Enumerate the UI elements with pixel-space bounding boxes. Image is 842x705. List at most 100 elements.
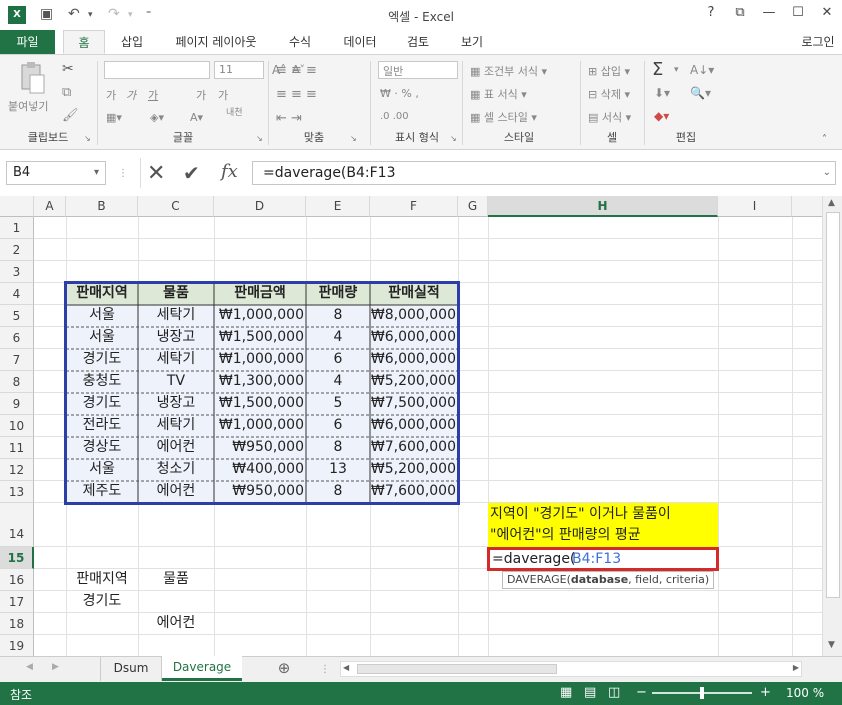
format-painter-icon[interactable]: 🖌 (62, 108, 79, 123)
scroll-up-icon[interactable]: ▲ (828, 198, 835, 208)
add-sheet-button[interactable]: ⊕ (274, 657, 294, 681)
find-select-icon[interactable]: 🔍▾ (690, 86, 711, 100)
vertical-scrollbar[interactable]: ▲ ▼ (822, 196, 842, 656)
copy-icon[interactable]: ⧉ (62, 85, 71, 100)
row-header-13[interactable]: 13 (0, 481, 34, 503)
alignment-launcher-icon[interactable]: ↘ (350, 134, 357, 143)
row-header-2[interactable]: 2 (0, 239, 34, 261)
paste-icon[interactable] (16, 61, 46, 97)
phonetic-button[interactable]: 내천 (226, 105, 243, 118)
column-header-d[interactable]: D (214, 196, 306, 217)
function-tooltip[interactable]: DAVERAGE(database, field, criteria) (502, 571, 715, 589)
page-break-view-icon[interactable]: ◫ (608, 685, 620, 700)
close-button[interactable]: ✕ (814, 5, 840, 20)
name-box-dropdown-icon[interactable]: ▾ (94, 162, 99, 184)
zoom-out-icon[interactable]: − (636, 685, 647, 700)
help-button[interactable]: ? (698, 5, 724, 20)
row-header-18[interactable]: 18 (0, 613, 34, 635)
confirm-entry-icon[interactable]: ✔ (183, 161, 200, 185)
bold-button[interactable]: 가 (106, 87, 116, 103)
next-sheet-icon[interactable]: ▶ (52, 662, 59, 672)
maximize-button[interactable]: ☐ (785, 5, 811, 20)
clear-icon[interactable]: ◆▾ (654, 109, 669, 123)
scroll-down-icon[interactable]: ▼ (828, 640, 835, 650)
row-header-9[interactable]: 9 (0, 393, 34, 415)
cancel-entry-icon[interactable]: ✕ (147, 161, 165, 186)
tab-file[interactable]: 파일 (0, 30, 55, 54)
expand-formula-icon[interactable]: ⌄ (823, 162, 831, 184)
delete-cells-button[interactable]: ⊟ 삭제 ▾ (588, 86, 630, 102)
select-all-corner[interactable] (0, 196, 34, 217)
insert-cells-button[interactable]: ⊞ 삽입 ▾ (588, 63, 630, 79)
row-header-17[interactable]: 17 (0, 591, 34, 613)
insert-function-button[interactable]: fx (221, 161, 238, 182)
font-name-combo[interactable] (104, 61, 210, 79)
underline-button[interactable]: 가 (148, 87, 158, 103)
fill-icon[interactable]: ⬇▾ (654, 86, 670, 100)
sort-filter-icon[interactable]: A↓▾ (690, 63, 714, 77)
worksheet-grid[interactable]: A B C D E F G H I 1 2 3 4 5 6 7 8 9 10 1… (0, 196, 822, 656)
prev-sheet-icon[interactable]: ◀ (26, 662, 33, 672)
criteria-value-item[interactable]: 에어컨 (138, 613, 214, 634)
fill-color-icon[interactable]: ◈▾ (150, 111, 164, 124)
indent-icon[interactable]: ⇤ ⇥ (276, 111, 302, 126)
formula-bar-grip-icon[interactable]: ⋮ (118, 168, 128, 179)
decimal-icon[interactable]: .0 .00 (380, 111, 409, 122)
tab-split-icon[interactable]: ⋮ (320, 664, 330, 675)
page-layout-view-icon[interactable]: ▤ (584, 685, 596, 700)
autosum-icon[interactable]: Σ (652, 59, 663, 80)
sheet-tab-dsum[interactable]: Dsum (100, 657, 162, 681)
row-header-5[interactable]: 5 (0, 305, 34, 327)
cut-icon[interactable]: ✂ (62, 61, 74, 77)
left-align-icon[interactable]: ≡ ≡ ≡ (276, 87, 317, 102)
paste-button[interactable]: 붙여넣기 (8, 98, 48, 114)
criteria-header-item[interactable]: 물품 (138, 569, 214, 590)
formula-input[interactable]: =daverage(B4:F13 ⌄ (252, 161, 836, 185)
scroll-left-icon[interactable]: ◀ (343, 663, 349, 672)
column-header-g[interactable]: G (458, 196, 488, 217)
font-color-icon[interactable]: A▾ (190, 111, 203, 124)
row-header-1[interactable]: 1 (0, 217, 34, 239)
column-header-j[interactable] (792, 196, 822, 217)
zoom-level[interactable]: 100 % (786, 686, 824, 700)
subscript-button[interactable]: 가 (218, 87, 228, 103)
row-header-6[interactable]: 6 (0, 327, 34, 349)
tab-insert[interactable]: 삽입 (112, 30, 152, 54)
collapse-ribbon-icon[interactable]: ˄ (822, 134, 827, 145)
tab-home[interactable]: 홈 (63, 30, 105, 54)
superscript-button[interactable]: 가 (196, 87, 206, 103)
column-header-i[interactable]: I (718, 196, 792, 217)
normal-view-icon[interactable]: ▦ (560, 685, 572, 700)
zoom-in-icon[interactable]: + (760, 685, 771, 700)
tab-data[interactable]: 데이터 (336, 30, 384, 54)
number-launcher-icon[interactable]: ↘ (450, 134, 457, 143)
column-header-f[interactable]: F (370, 196, 458, 217)
format-cells-button[interactable]: ▤ 서식 ▾ (588, 109, 631, 125)
zoom-slider-thumb[interactable] (700, 687, 704, 699)
row-header-19[interactable]: 19 (0, 635, 34, 656)
row-header-16[interactable]: 16 (0, 569, 34, 591)
row-header-10[interactable]: 10 (0, 415, 34, 437)
sheet-tab-daverage[interactable]: Daverage (162, 656, 242, 681)
font-size-combo[interactable]: 11 (214, 61, 264, 79)
tab-formulas[interactable]: 수식 (278, 30, 322, 54)
row-header-7[interactable]: 7 (0, 349, 34, 371)
scroll-right-icon[interactable]: ▶ (793, 663, 799, 672)
column-header-b[interactable]: B (66, 196, 138, 217)
formula-edit-cell[interactable]: =daverage( B4:F13 (487, 547, 719, 571)
number-format-combo[interactable]: 일반 (378, 61, 458, 79)
scroll-thumb[interactable] (826, 212, 840, 598)
column-header-h[interactable]: H (488, 196, 718, 217)
row-header-14[interactable]: 14 (0, 503, 34, 547)
minimize-button[interactable]: — (756, 5, 782, 20)
row-header-8[interactable]: 8 (0, 371, 34, 393)
currency-icon[interactable]: ₩ · % , (380, 87, 419, 100)
clipboard-launcher-icon[interactable]: ↘ (84, 134, 91, 143)
tab-page-layout[interactable]: 페이지 레이아웃 (164, 30, 268, 54)
login-link[interactable]: 로그인 (796, 30, 840, 54)
column-header-c[interactable]: C (138, 196, 214, 217)
note-box[interactable]: 지역이 "경기도" 이거나 물품이 "에어컨"의 판매량의 평균 (488, 503, 718, 547)
criteria-header-region[interactable]: 판매지역 (66, 569, 138, 590)
row-header-15[interactable]: 15 (0, 547, 34, 569)
criteria-value-region[interactable]: 경기도 (66, 591, 138, 612)
